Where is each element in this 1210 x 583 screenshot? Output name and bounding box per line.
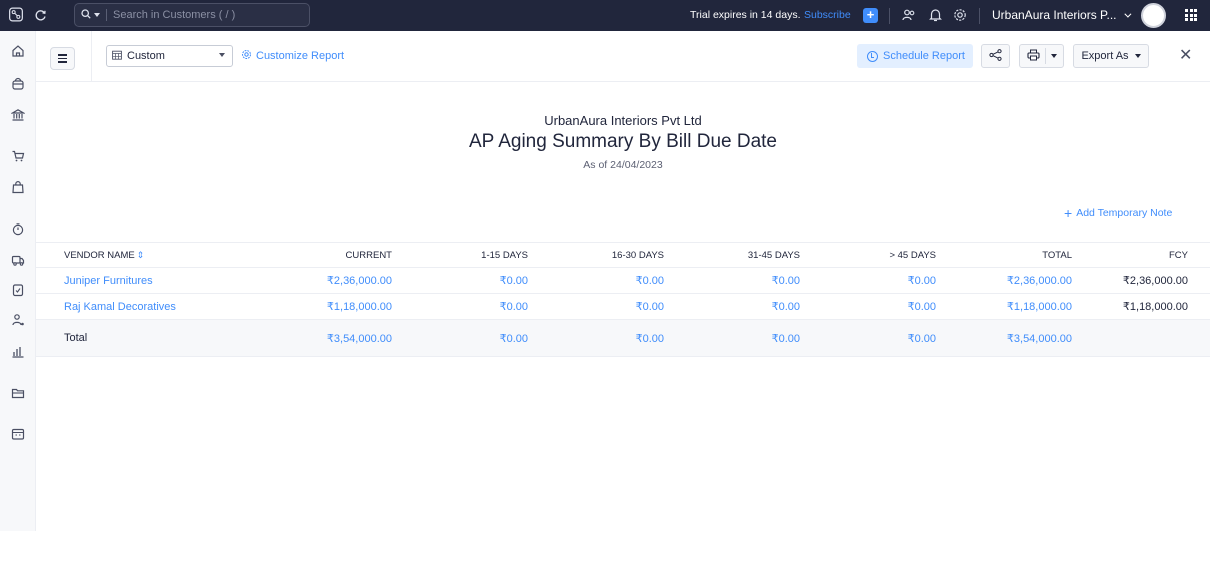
top-bar: Trial expires in 14 days. Subscribe + Ur… — [0, 0, 1210, 31]
share-button[interactable] — [981, 44, 1010, 68]
chevron-down-icon — [219, 53, 225, 57]
16-30-days-amount-link[interactable]: ₹0.00 — [528, 293, 664, 320]
total-16-30-days-link[interactable]: ₹0.00 — [528, 319, 664, 357]
column-header-16-30-days: 16-30 DAYS — [528, 242, 664, 268]
report-title: AP Aging Summary By Bill Due Date — [468, 131, 777, 152]
chevron-down-icon[interactable] — [1050, 54, 1057, 58]
company-name: UrbanAura Interiors Pvt Ltd — [544, 113, 702, 128]
trial-text: Trial expires in 14 days. — [690, 9, 801, 21]
document-icon[interactable] — [10, 282, 26, 298]
subscribe-link[interactable]: Subscribe — [804, 9, 851, 21]
column-header-total: TOTAL — [936, 242, 1072, 268]
customize-report-link[interactable]: Customize Report — [241, 49, 344, 63]
total-1-15-days-link[interactable]: ₹0.00 — [392, 319, 528, 357]
total-over-45-days-link[interactable]: ₹0.00 — [800, 319, 936, 357]
fcy-amount: ₹2,36,000.00 — [1072, 267, 1210, 294]
add-temporary-note-link[interactable]: + Add Temporary Note — [1064, 205, 1173, 221]
31-45-days-amount-link[interactable]: ₹0.00 — [664, 293, 800, 320]
column-header-31-45-days: 31-45 DAYS — [664, 242, 800, 268]
column-header-over-45-days: > 45 DAYS — [800, 242, 936, 268]
column-header-current: CURRENT — [216, 242, 392, 268]
search-icon[interactable] — [81, 8, 91, 22]
refresh-icon[interactable] — [33, 8, 47, 22]
search-input[interactable] — [113, 9, 293, 21]
total-label: Total — [36, 319, 216, 357]
column-header-fcy: FCY — [1072, 242, 1210, 268]
users-icon[interactable] — [10, 312, 26, 328]
avatar[interactable] — [1141, 3, 1166, 28]
31-45-days-amount-link[interactable]: ₹0.00 — [664, 267, 800, 294]
truck-icon[interactable] — [10, 252, 26, 268]
chevron-down-icon — [1134, 54, 1141, 58]
chevron-down-icon — [1124, 10, 1132, 18]
calendar-icon[interactable] — [10, 426, 26, 442]
report-date: As of 24/04/2023 — [583, 159, 663, 171]
menu-button[interactable] — [50, 47, 75, 70]
table-row: Raj Kamal Decoratives ₹1,18,000.00 ₹0.00… — [36, 293, 1210, 320]
bag-icon[interactable] — [10, 76, 26, 92]
grand-total-link[interactable]: ₹3,54,000.00 — [936, 319, 1072, 357]
org-switcher[interactable]: UrbanAura Interiors P... — [992, 8, 1132, 22]
aging-summary-table: VENDOR NAME ⇕ CURRENT 1-15 DAYS 16-30 DAY… — [36, 242, 1210, 357]
bell-icon[interactable] — [928, 8, 942, 22]
plus-icon: + — [1064, 205, 1073, 221]
total-amount-link[interactable]: ₹2,36,000.00 — [936, 267, 1072, 294]
total-amount-link[interactable]: ₹1,18,000.00 — [936, 293, 1072, 320]
quick-create-button[interactable]: + — [863, 8, 878, 23]
cart-icon[interactable] — [10, 148, 26, 164]
search-box[interactable] — [74, 3, 310, 27]
folder-icon[interactable] — [10, 385, 26, 401]
clock-icon — [867, 50, 878, 62]
1-15-days-amount-link[interactable]: ₹0.00 — [392, 293, 528, 320]
refer-users-icon[interactable] — [902, 8, 916, 22]
home-icon[interactable] — [10, 43, 26, 59]
1-15-days-amount-link[interactable]: ₹0.00 — [392, 267, 528, 294]
customize-report-label: Customize Report — [256, 50, 345, 62]
org-name[interactable]: UrbanAura Interiors P... — [992, 8, 1117, 22]
vendor-link[interactable]: Juniper Furnitures — [36, 267, 216, 294]
over-45-days-amount-link[interactable]: ₹0.00 — [800, 267, 936, 294]
chevron-down-icon[interactable] — [94, 13, 100, 17]
report-toolbar: Custom Customize Report Schedule Report … — [36, 31, 1210, 82]
16-30-days-amount-link[interactable]: ₹0.00 — [528, 267, 664, 294]
total-row: Total ₹3,54,000.00 ₹0.00 ₹0.00 ₹0.00 ₹0.… — [36, 319, 1210, 357]
table-header-row: VENDOR NAME ⇕ CURRENT 1-15 DAYS 16-30 DAY… — [36, 242, 1210, 268]
calendar-icon — [112, 50, 122, 63]
over-45-days-amount-link[interactable]: ₹0.00 — [800, 293, 936, 320]
column-header-vendor-name[interactable]: VENDOR NAME ⇕ — [36, 242, 216, 268]
apps-grid-icon[interactable] — [1185, 9, 1197, 21]
close-icon[interactable]: ✕ — [1179, 48, 1192, 64]
app-logo-icon[interactable] — [9, 7, 23, 21]
schedule-report-button[interactable]: Schedule Report — [857, 44, 973, 68]
timer-icon[interactable] — [10, 221, 26, 237]
shopping-bag-icon[interactable] — [10, 179, 26, 195]
current-amount-link[interactable]: ₹1,18,000.00 — [216, 293, 392, 320]
gear-icon — [241, 49, 252, 63]
total-31-45-days-link[interactable]: ₹0.00 — [664, 319, 800, 357]
export-as-label: Export As — [1081, 50, 1129, 62]
share-icon — [989, 48, 1002, 64]
fcy-amount: ₹1,18,000.00 — [1072, 293, 1210, 320]
period-select[interactable]: Custom — [106, 45, 233, 67]
total-current-link[interactable]: ₹3,54,000.00 — [216, 319, 392, 357]
printer-icon — [1026, 49, 1040, 64]
sidebar — [0, 31, 36, 531]
vendor-link[interactable]: Raj Kamal Decoratives — [36, 293, 216, 320]
schedule-report-label: Schedule Report — [883, 50, 965, 62]
sort-icon[interactable]: ⇕ — [137, 250, 145, 260]
current-amount-link[interactable]: ₹2,36,000.00 — [216, 267, 392, 294]
reports-icon[interactable] — [10, 343, 26, 359]
bank-icon[interactable] — [10, 107, 26, 123]
add-temporary-note-label: Add Temporary Note — [1076, 207, 1173, 219]
column-header-1-15-days: 1-15 DAYS — [392, 242, 528, 268]
total-fcy — [1072, 319, 1210, 357]
table-row: Juniper Furnitures ₹2,36,000.00 ₹0.00 ₹0… — [36, 267, 1210, 294]
export-as-button[interactable]: Export As — [1073, 44, 1149, 68]
print-button[interactable] — [1019, 44, 1064, 68]
period-select-value: Custom — [127, 50, 165, 62]
gear-icon[interactable] — [953, 8, 967, 22]
